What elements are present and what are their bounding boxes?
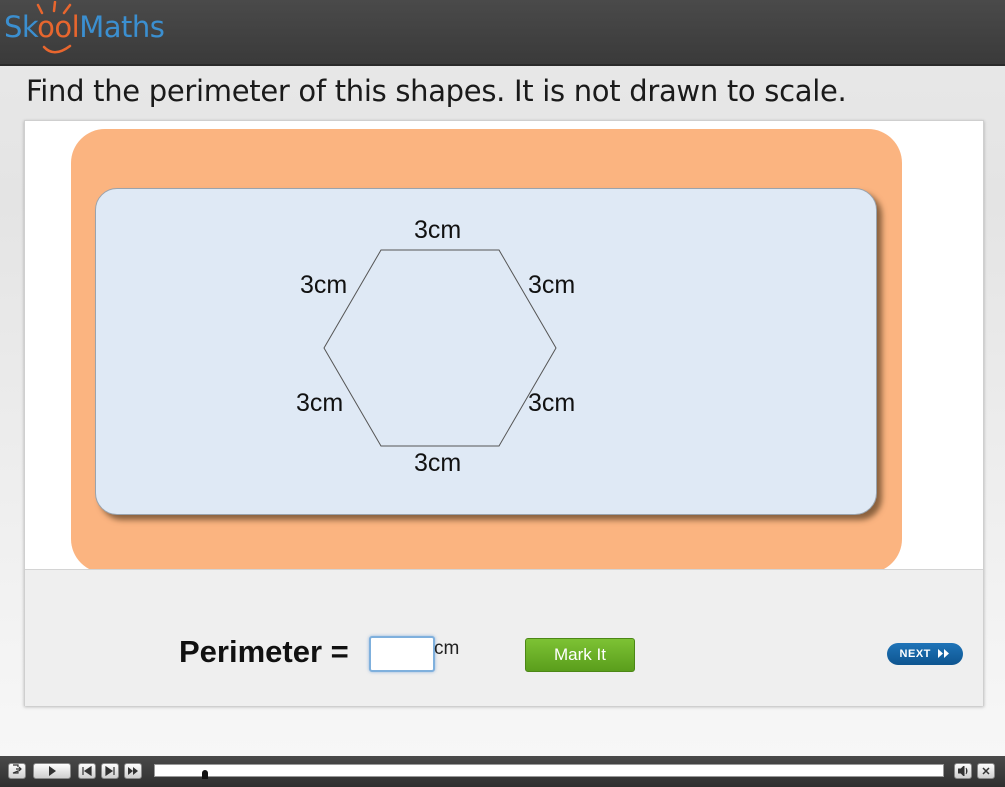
next-button[interactable]: NEXT xyxy=(887,643,963,665)
progress-track[interactable] xyxy=(154,764,944,779)
top-bar: SkoolMaths xyxy=(0,0,1005,66)
next-arrows-icon xyxy=(938,649,950,658)
question-panel: 3cm 3cm 3cm 3cm 3cm 3cm Perimeter = cm M… xyxy=(24,120,984,706)
side-label-bottom: 3cm xyxy=(414,449,462,477)
side-label-top-left: 3cm xyxy=(300,271,348,299)
close-icon[interactable] xyxy=(977,763,995,779)
side-label-bottom-left: 3cm xyxy=(296,389,344,417)
step-forward-icon[interactable] xyxy=(101,763,119,779)
fast-forward-icon[interactable] xyxy=(124,763,142,779)
question-text: Find the perimeter of this shapes. It is… xyxy=(26,74,847,108)
perimeter-label: Perimeter = xyxy=(179,634,349,669)
hexagon-shape xyxy=(323,249,557,447)
mark-it-button[interactable]: Mark It xyxy=(525,638,635,672)
unit-label: cm xyxy=(434,638,460,659)
exit-icon[interactable] xyxy=(8,763,26,779)
next-label: NEXT xyxy=(899,648,931,660)
play-icon[interactable] xyxy=(33,763,71,779)
perimeter-input[interactable] xyxy=(369,636,435,672)
logo-rays-icon xyxy=(36,1,72,15)
side-label-top: 3cm xyxy=(414,216,462,244)
shape-frame: 3cm 3cm 3cm 3cm 3cm 3cm xyxy=(71,129,902,573)
side-label-top-right: 3cm xyxy=(528,271,576,299)
logo-smile-icon xyxy=(42,44,72,54)
rewind-icon[interactable] xyxy=(78,763,96,779)
player-bar xyxy=(0,756,1005,787)
answer-area xyxy=(25,569,983,706)
shape-area: 3cm 3cm 3cm 3cm 3cm 3cm xyxy=(95,188,877,515)
side-label-bottom-right: 3cm xyxy=(528,389,576,417)
skoolmaths-logo: SkoolMaths xyxy=(4,10,165,44)
volume-icon[interactable] xyxy=(954,763,972,779)
progress-thumb[interactable] xyxy=(202,770,208,779)
